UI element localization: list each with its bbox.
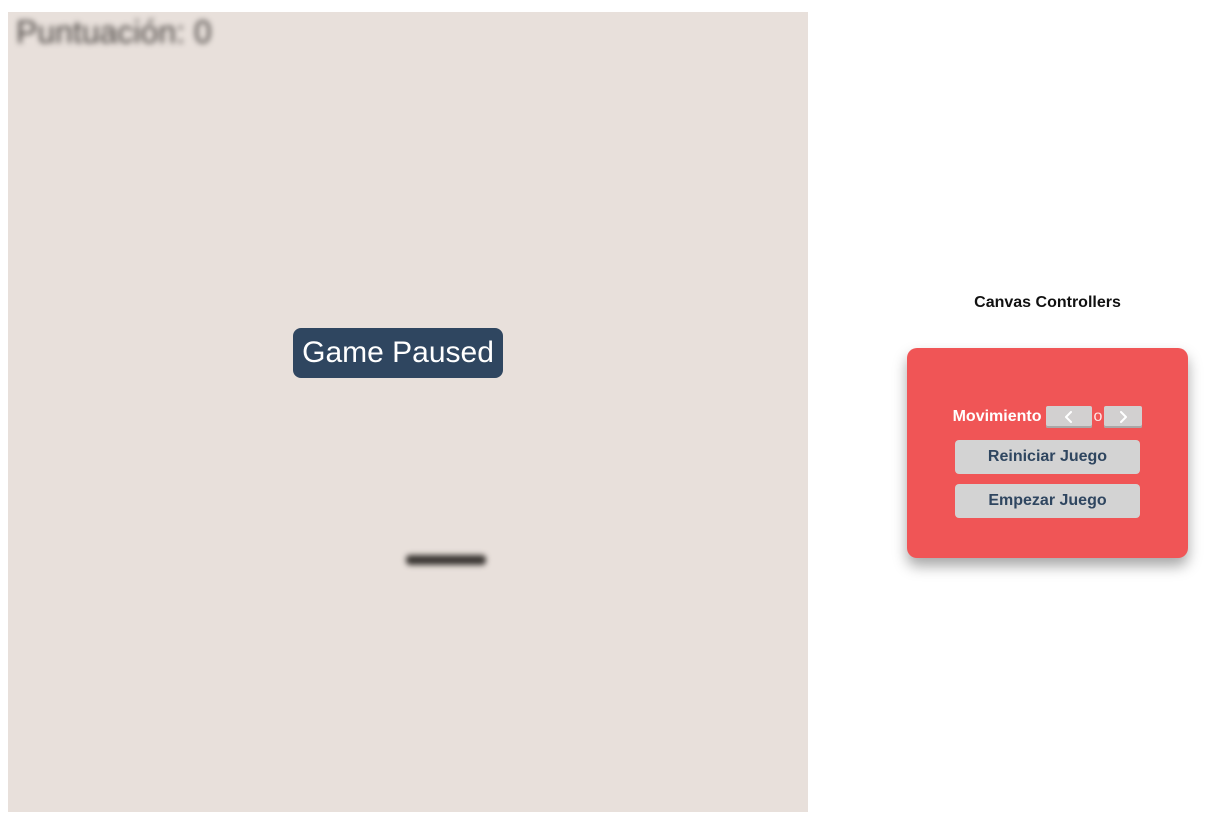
- chevron-left-icon: [1065, 411, 1073, 423]
- blurred-game-layer: Puntuación: 0: [8, 12, 808, 812]
- start-game-button[interactable]: Empezar Juego: [955, 484, 1140, 518]
- paddle: [406, 555, 486, 565]
- right-arrow-key: [1104, 406, 1143, 428]
- controls-panel: Movimiento o Reiniciar Juego Empezar Jue…: [907, 348, 1188, 558]
- left-arrow-key: [1046, 406, 1093, 428]
- game-canvas[interactable]: Puntuación: 0 Game Paused: [8, 12, 808, 812]
- game-paused-banner: Game Paused: [293, 328, 503, 378]
- chevron-right-icon: [1120, 411, 1128, 423]
- score-text: Puntuación: 0: [16, 14, 212, 50]
- controls-title: Canvas Controllers: [974, 294, 1121, 311]
- movement-label: Movimiento: [952, 408, 1042, 425]
- game-page: Puntuación: 0 Game Paused Canvas Control…: [0, 0, 1215, 828]
- movement-hint: Movimiento o: [907, 405, 1188, 429]
- movement-separator: o: [1093, 408, 1103, 425]
- restart-game-button[interactable]: Reiniciar Juego: [955, 440, 1140, 474]
